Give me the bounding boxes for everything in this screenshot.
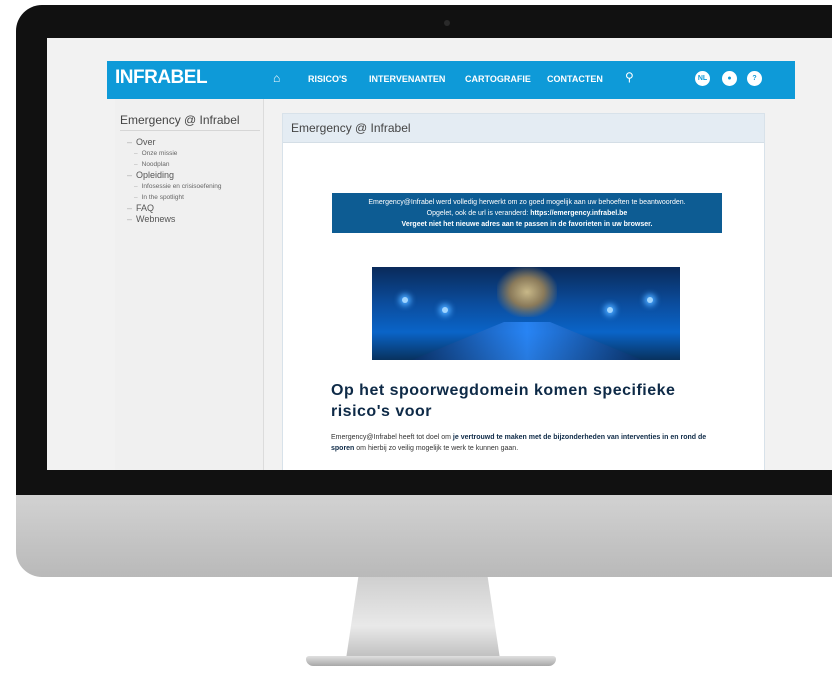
sidebar-divider xyxy=(120,130,260,131)
notice-line-2: Opgelet, ook de url is veranderd: https:… xyxy=(332,208,722,219)
screen: INFRABEL ⌂ RISICO'S INTERVENANTEN CARTOG… xyxy=(47,38,832,470)
infrabel-logo[interactable]: INFRABEL xyxy=(115,67,208,89)
sidebar-menu: – Over – Onze missie – Noodplan – Opleiding – Inf… xyxy=(127,137,221,225)
sidebar-item[interactable]: – Over xyxy=(127,137,221,148)
intro-paragraph: Emergency@Infrabel heeft tot doel om je … xyxy=(331,432,721,454)
page-headline: Op het spoorwegdomein komen specifieke r… xyxy=(331,382,676,420)
nav-intervenanten[interactable]: INTERVENANTEN xyxy=(369,74,445,84)
sidebar-item-label: Noodplan xyxy=(141,161,170,168)
notice-line-2-prefix: Opgelet, ook de url is veranderd: xyxy=(426,210,531,217)
sidebar-item-label: Infosessie en crisisoefening xyxy=(141,183,222,190)
panel-header: Emergency @ Infrabel xyxy=(283,114,764,143)
sidebar-item[interactable]: – Opleiding xyxy=(127,170,221,181)
bullet-dash-icon: – xyxy=(134,194,138,201)
bullet-dash-icon: – xyxy=(127,203,133,213)
panel-title: Emergency @ Infrabel xyxy=(291,121,411,135)
photo-light-source xyxy=(497,267,557,317)
sidebar-item-label: FAQ xyxy=(136,203,155,213)
sidebar-item[interactable]: – Webnews xyxy=(127,214,221,225)
nav-risicos[interactable]: RISICO'S xyxy=(308,74,347,84)
sidebar-item[interactable]: – Infosessie en crisisoefening xyxy=(127,181,221,192)
notice-line-3: Vergeet niet het nieuwe adres aan te pas… xyxy=(332,219,722,230)
sidebar-item-label: Onze missie xyxy=(141,150,178,157)
bullet-dash-icon: – xyxy=(134,150,138,157)
user-icon[interactable]: ● xyxy=(722,71,737,86)
nav-contacten[interactable]: CONTACTEN xyxy=(547,74,603,84)
bullet-dash-icon: – xyxy=(134,161,138,168)
language-toggle[interactable]: NL xyxy=(695,71,710,86)
sidebar-item-label: Webnews xyxy=(136,214,176,224)
bullet-dash-icon: – xyxy=(127,170,133,180)
photo-lamp xyxy=(607,307,613,313)
notice-banner: Emergency@Infrabel werd volledig herwerk… xyxy=(332,193,722,233)
sidebar-item-label: In the spotlight xyxy=(141,194,184,201)
sidebar-item[interactable]: – In the spotlight xyxy=(127,192,221,203)
intro-text-2: om hierbij zo veilig mogelijk te werk te… xyxy=(354,445,519,452)
photo-lamp xyxy=(442,307,448,313)
sidebar-item-label: Opleiding xyxy=(136,170,175,180)
photo-lamp xyxy=(647,297,653,303)
navbar: INFRABEL ⌂ RISICO'S INTERVENANTEN CARTOG… xyxy=(107,61,795,99)
railway-tunnel-photo xyxy=(372,267,680,360)
bullet-dash-icon: – xyxy=(127,214,133,224)
home-icon[interactable]: ⌂ xyxy=(273,71,280,85)
imac-stand xyxy=(346,577,500,659)
notice-line-3-text: Vergeet niet het nieuwe adres aan te pas… xyxy=(401,221,653,228)
imac-base xyxy=(306,656,556,666)
bullet-dash-icon: – xyxy=(134,183,138,190)
imac-chin xyxy=(16,495,832,577)
camera-dot xyxy=(444,20,450,26)
photo-track xyxy=(412,322,642,360)
help-icon[interactable]: ? xyxy=(747,71,762,86)
sidebar: Emergency @ Infrabel – Over – Onze missie – N… xyxy=(115,99,264,470)
sidebar-item[interactable]: – FAQ xyxy=(127,203,221,214)
content-panel: Emergency @ Infrabel Emergency@Infrabel … xyxy=(282,113,765,470)
notice-url-link[interactable]: https://emergency.infrabel.be xyxy=(530,210,627,217)
nav-cartografie[interactable]: CARTOGRAFIE xyxy=(465,74,531,84)
bullet-dash-icon: – xyxy=(127,137,133,147)
notice-line-1: Emergency@Infrabel werd volledig herwerk… xyxy=(368,199,686,206)
sidebar-item-label: Over xyxy=(136,137,156,147)
photo-lamp xyxy=(402,297,408,303)
sidebar-item[interactable]: – Noodplan xyxy=(127,159,221,170)
sidebar-title: Emergency @ Infrabel xyxy=(120,113,240,127)
search-icon[interactable]: ⚲ xyxy=(625,70,634,84)
intro-text-1: Emergency@Infrabel heeft tot doel om xyxy=(331,434,453,441)
sidebar-item[interactable]: – Onze missie xyxy=(127,148,221,159)
